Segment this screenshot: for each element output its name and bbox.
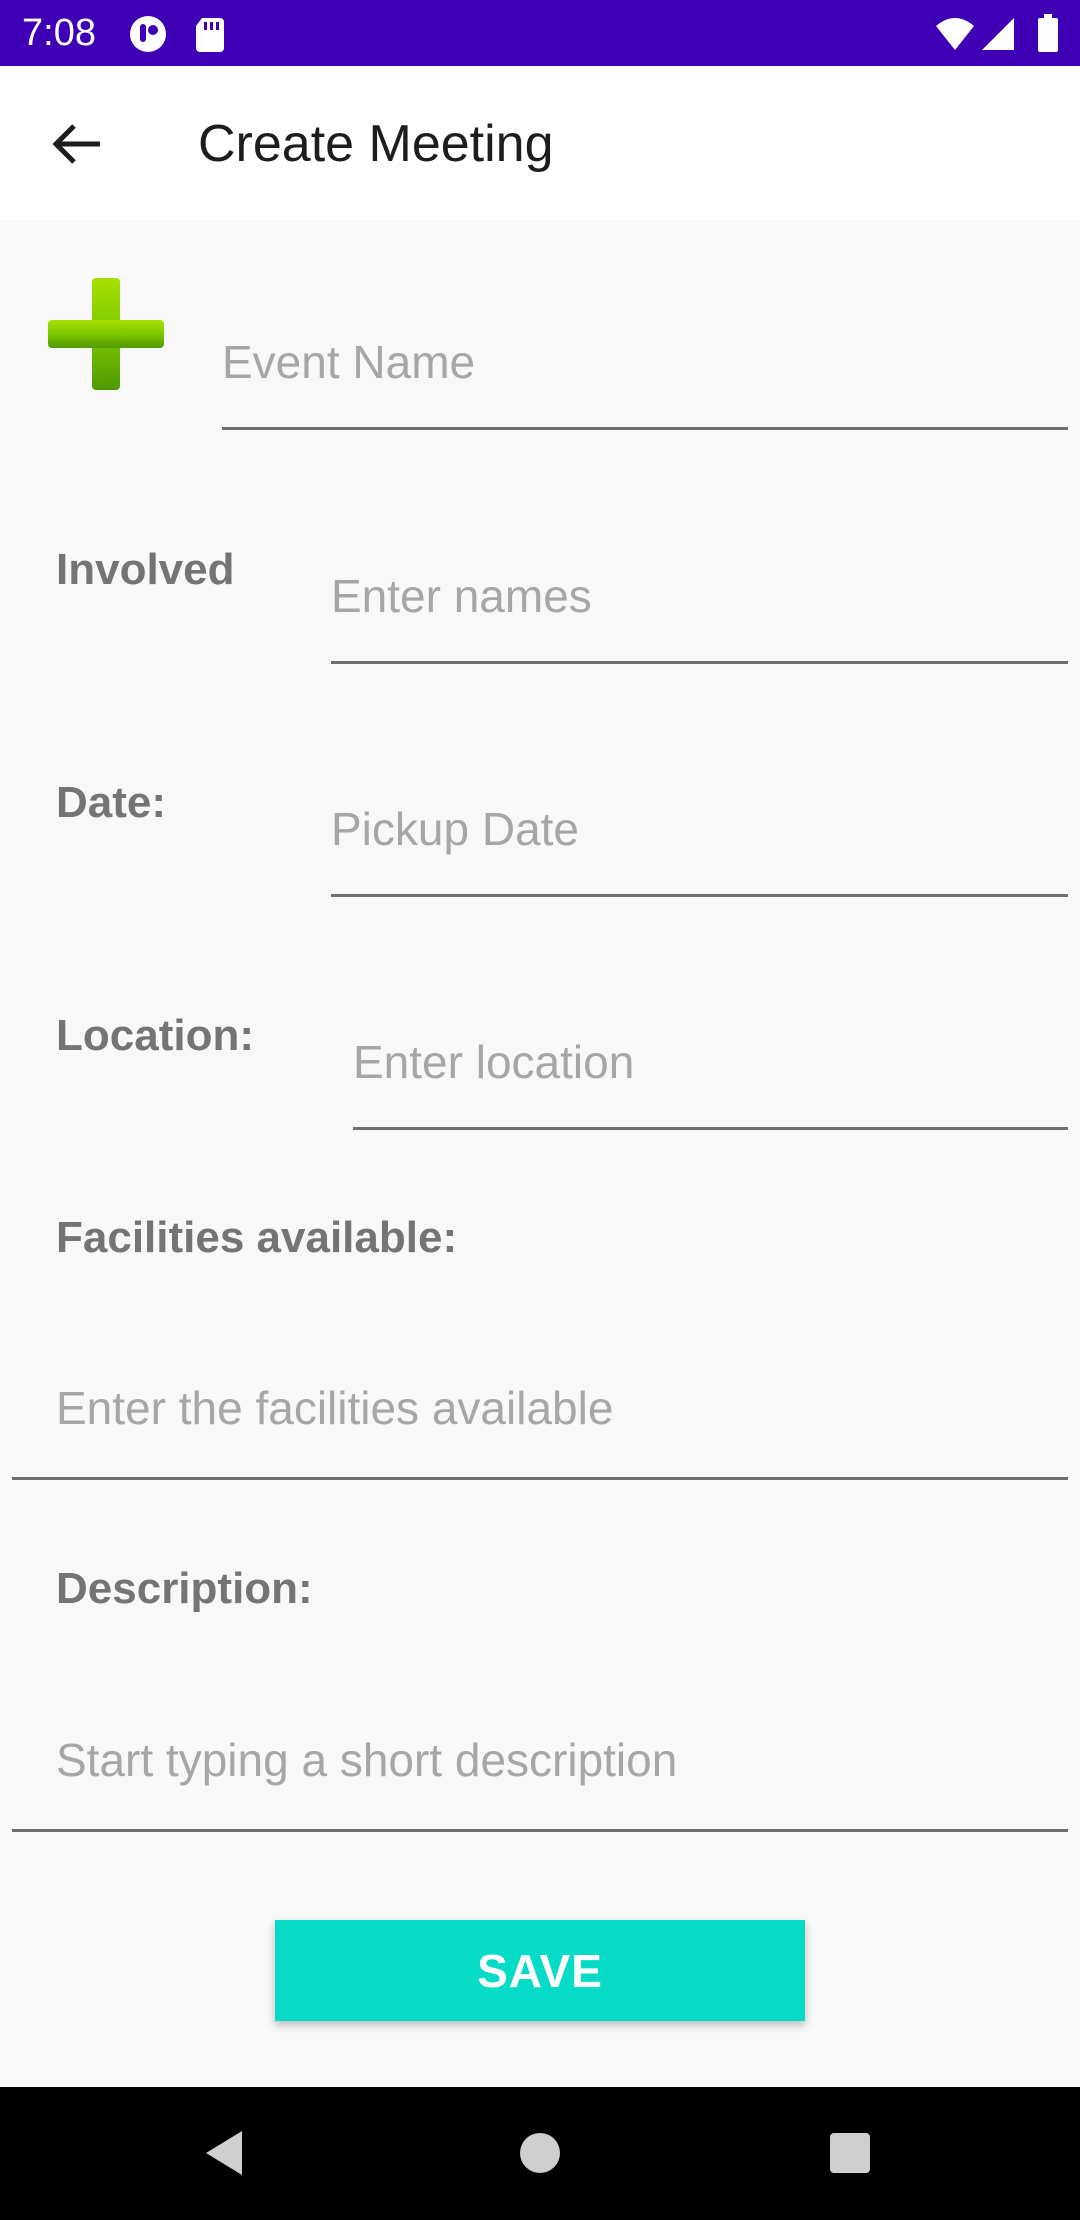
status-bar: 7:08 [0,0,1080,66]
arrow-back-icon [52,124,100,164]
involved-input[interactable] [331,530,1068,664]
nav-recents-button[interactable] [820,2123,880,2183]
location-label: Location: [56,1011,254,1060]
facilities-input[interactable] [12,1338,1068,1480]
system-nav-bar [0,2087,1080,2220]
recents-square-icon [830,2133,870,2173]
sd-card-icon [190,14,230,54]
facilities-label: Facilities available: [56,1213,458,1262]
green-plus-icon [44,272,168,396]
home-circle-icon [520,2133,560,2173]
date-label: Date: [56,778,167,827]
nav-home-button[interactable] [510,2123,570,2183]
app-notification-icon [128,14,168,54]
status-time: 7:08 [22,12,96,54]
back-button[interactable] [38,106,118,186]
back-triangle-icon [206,2131,242,2175]
app-toolbar: Create Meeting [0,66,1080,220]
description-label: Description: [56,1564,313,1613]
location-input[interactable] [353,996,1068,1130]
wifi-icon [934,14,974,54]
date-picker-input[interactable] [331,763,1068,897]
description-input[interactable] [12,1690,1068,1832]
nav-back-button[interactable] [198,2123,258,2183]
event-name-input[interactable] [222,296,1068,430]
signal-icon [980,14,1020,54]
page-title: Create Meeting [198,115,554,173]
save-button[interactable]: SAVE [275,1920,805,2021]
involved-label: Involved [56,545,235,594]
battery-icon [1036,14,1060,54]
